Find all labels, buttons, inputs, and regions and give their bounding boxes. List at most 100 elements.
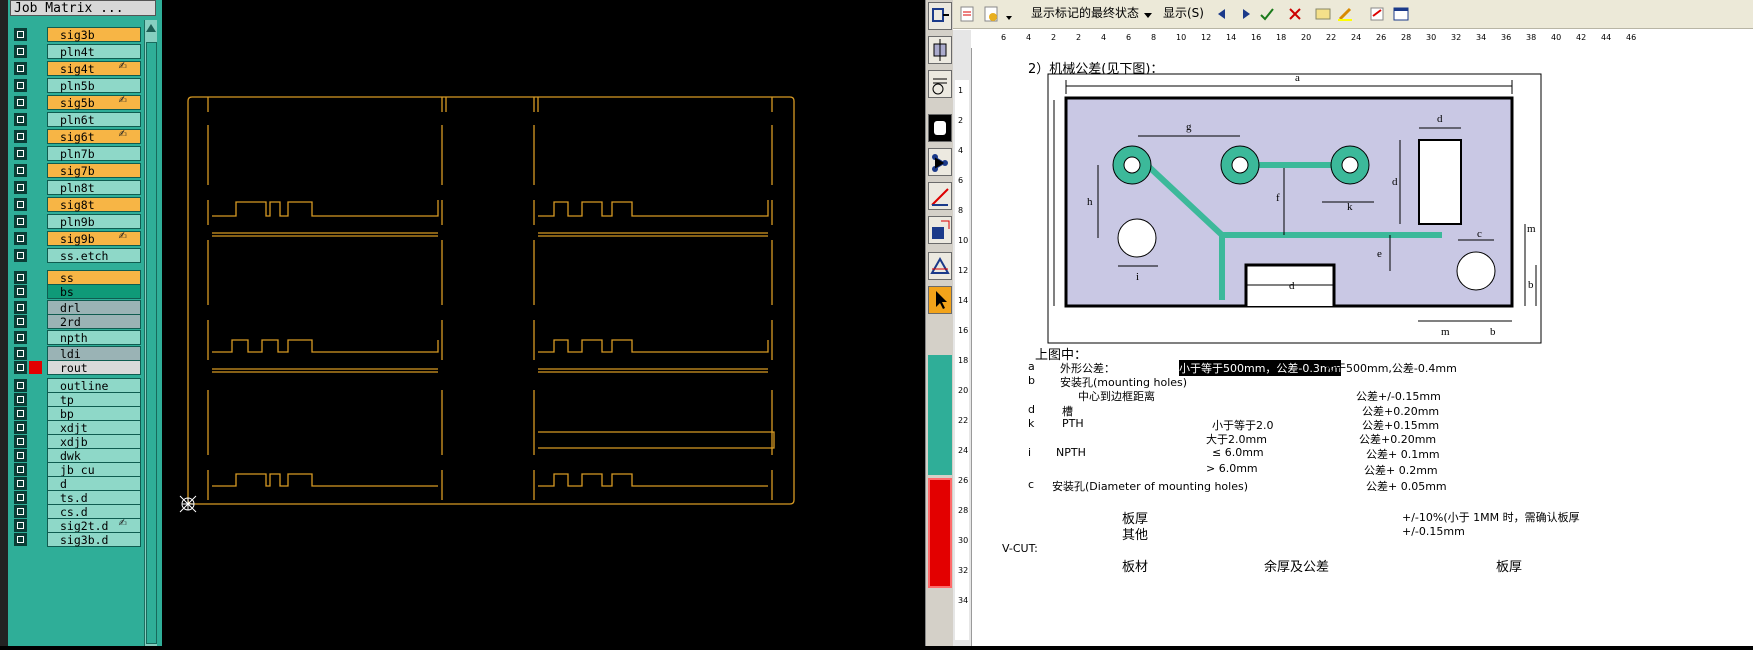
layer-row[interactable]: d bbox=[12, 476, 141, 491]
layer-row[interactable]: pln5b bbox=[12, 78, 141, 93]
layer-checkbox[interactable] bbox=[14, 232, 27, 245]
layer-row[interactable]: bs bbox=[12, 284, 141, 299]
layer-row[interactable]: tp bbox=[12, 392, 141, 407]
layer-name[interactable]: pln4t bbox=[47, 44, 141, 59]
layer-name[interactable]: drl bbox=[47, 300, 141, 315]
cad-graphic-canvas[interactable] bbox=[160, 0, 925, 646]
layer-row[interactable]: outline bbox=[12, 378, 141, 393]
layer-scrollbar[interactable] bbox=[144, 20, 157, 646]
layer-name[interactable]: dwk bbox=[47, 448, 141, 463]
layer-checkbox[interactable] bbox=[14, 519, 27, 532]
layer-row[interactable]: pln9b bbox=[12, 214, 141, 229]
layer-name[interactable]: sig7b bbox=[47, 163, 141, 178]
show-markup-button[interactable]: 显示(S) bbox=[1163, 3, 1204, 24]
layer-name[interactable]: sig3b bbox=[47, 27, 141, 42]
layer-row[interactable]: sig5b ✍ bbox=[12, 95, 141, 110]
tool-measure-icon[interactable] bbox=[928, 252, 952, 280]
layer-name[interactable]: tp bbox=[47, 392, 141, 407]
layer-name[interactable]: xdjb bbox=[47, 434, 141, 449]
layer-row[interactable]: dwk bbox=[12, 448, 141, 463]
layer-row[interactable]: ts.d bbox=[12, 490, 141, 505]
layer-checkbox[interactable] bbox=[14, 147, 27, 160]
tool-select-box-icon[interactable] bbox=[928, 114, 952, 142]
layer-checkbox[interactable] bbox=[14, 331, 27, 344]
new-comment-icon[interactable] bbox=[1315, 6, 1331, 22]
layer-row[interactable]: pln4t bbox=[12, 44, 141, 59]
tool-move-icon[interactable] bbox=[928, 2, 952, 30]
layer-checkbox[interactable] bbox=[14, 477, 27, 490]
tool-pointer-icon[interactable] bbox=[928, 286, 952, 314]
layer-checkbox[interactable] bbox=[14, 361, 27, 374]
layer-checkbox[interactable] bbox=[14, 96, 27, 109]
layer-row[interactable]: npth bbox=[12, 330, 141, 345]
layer-name[interactable]: bs bbox=[47, 284, 141, 299]
tool-align-icon[interactable] bbox=[928, 36, 952, 64]
layer-name[interactable]: npth bbox=[47, 330, 141, 345]
layer-name[interactable]: ldi bbox=[47, 346, 141, 361]
reject-change-icon[interactable] bbox=[1287, 6, 1303, 22]
pdf-options-icon[interactable] bbox=[983, 6, 999, 22]
layer-row[interactable]: sig3b bbox=[12, 27, 141, 42]
layer-row[interactable]: drl bbox=[12, 300, 141, 315]
layer-name[interactable]: sig3b.d bbox=[47, 532, 141, 547]
layer-name[interactable]: pln8t bbox=[47, 180, 141, 195]
layer-row[interactable]: sig8t bbox=[12, 197, 141, 212]
chevron-down-icon[interactable] bbox=[1143, 6, 1153, 22]
scroll-up-icon[interactable] bbox=[146, 24, 156, 32]
scroll-thumb[interactable] bbox=[146, 42, 157, 644]
tool-connect-icon[interactable] bbox=[928, 148, 952, 176]
layer-name[interactable]: pln6t bbox=[47, 112, 141, 127]
layer-row[interactable]: cs.d bbox=[12, 504, 141, 519]
layer-checkbox[interactable] bbox=[14, 379, 27, 392]
layer-row[interactable]: pln6t bbox=[12, 112, 141, 127]
layer-checkbox[interactable] bbox=[14, 463, 27, 476]
layer-checkbox[interactable] bbox=[14, 113, 27, 126]
tool-options-icon[interactable] bbox=[928, 70, 952, 98]
layer-checkbox[interactable] bbox=[14, 533, 27, 546]
layer-checkbox[interactable] bbox=[14, 347, 27, 360]
layer-row[interactable]: sig9b ✍ bbox=[12, 231, 141, 246]
layer-name[interactable]: pln5b bbox=[47, 78, 141, 93]
layer-checkbox[interactable] bbox=[14, 28, 27, 41]
layer-checkbox[interactable] bbox=[14, 271, 27, 284]
layer-checkbox[interactable] bbox=[14, 198, 27, 211]
previous-change-icon[interactable] bbox=[1215, 6, 1231, 22]
next-change-icon[interactable] bbox=[1237, 6, 1253, 22]
layer-name[interactable]: bp bbox=[47, 406, 141, 421]
layer-name[interactable]: cs.d bbox=[47, 504, 141, 519]
layer-checkbox[interactable] bbox=[14, 393, 27, 406]
tool-shape-icon[interactable] bbox=[928, 216, 952, 244]
layer-name[interactable]: ss bbox=[47, 270, 141, 285]
layer-row[interactable]: ss.etch bbox=[12, 248, 141, 263]
job-matrix-button[interactable]: Job Matrix ... bbox=[10, 0, 156, 16]
layer-row[interactable]: ldi bbox=[12, 346, 141, 361]
layer-row[interactable]: xdjt bbox=[12, 420, 141, 435]
layer-checkbox[interactable] bbox=[14, 215, 27, 228]
layer-checkbox[interactable] bbox=[14, 435, 27, 448]
layer-row[interactable]: 2rd bbox=[12, 314, 141, 329]
layer-row[interactable]: pln7b bbox=[12, 146, 141, 161]
layer-checkbox[interactable] bbox=[14, 491, 27, 504]
layer-checkbox[interactable] bbox=[14, 285, 27, 298]
layer-checkbox[interactable] bbox=[14, 421, 27, 434]
layer-name[interactable]: sig8t bbox=[47, 197, 141, 212]
layer-checkbox[interactable] bbox=[14, 164, 27, 177]
layer-name[interactable]: pln9b bbox=[47, 214, 141, 229]
layer-name[interactable]: jb_cu bbox=[47, 462, 141, 477]
layer-checkbox[interactable] bbox=[14, 181, 27, 194]
layer-checkbox[interactable] bbox=[14, 45, 27, 58]
layer-name[interactable]: rout bbox=[47, 360, 141, 375]
layer-name[interactable]: ts.d bbox=[47, 490, 141, 505]
layer-checkbox[interactable] bbox=[14, 301, 27, 314]
layer-row[interactable]: rout bbox=[12, 360, 141, 375]
layer-row[interactable]: sig6t ✍ bbox=[12, 129, 141, 144]
layer-checkbox[interactable] bbox=[14, 130, 27, 143]
layer-name[interactable]: xdjt bbox=[47, 420, 141, 435]
layer-name[interactable]: pln7b bbox=[47, 146, 141, 161]
layer-checkbox[interactable] bbox=[14, 449, 27, 462]
layer-row[interactable]: pln8t bbox=[12, 180, 141, 195]
layer-row[interactable]: sig3b.d bbox=[12, 532, 141, 547]
tool-line-icon[interactable] bbox=[928, 182, 952, 210]
layer-row[interactable]: jb_cu bbox=[12, 462, 141, 477]
layer-name[interactable]: 2rd bbox=[47, 314, 141, 329]
